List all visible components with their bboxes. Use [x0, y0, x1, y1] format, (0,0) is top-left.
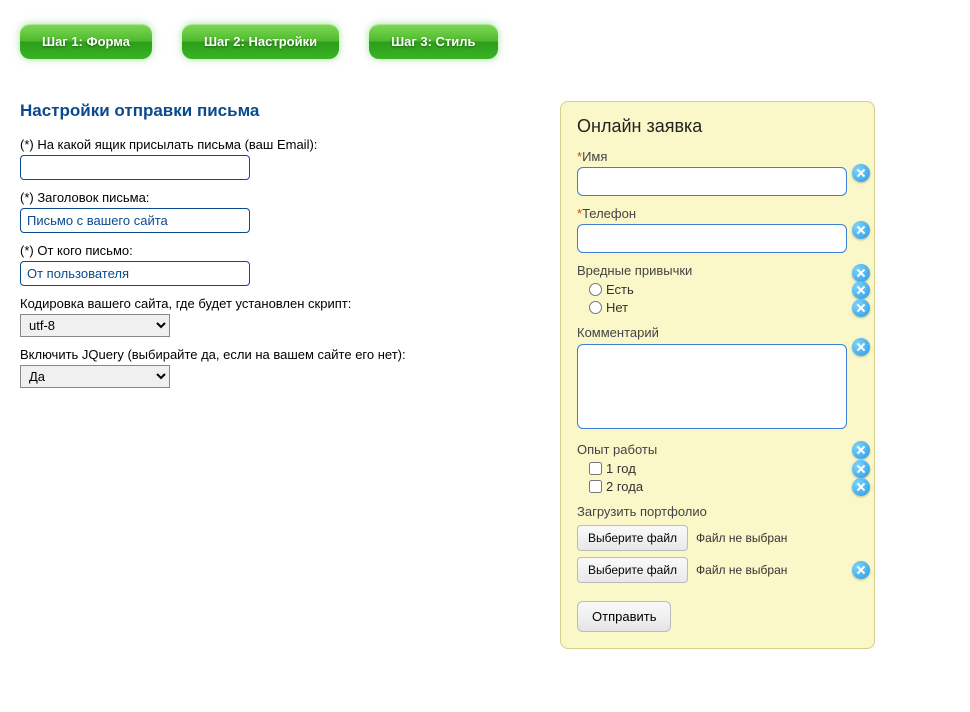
habits-opt2-label: Нет [606, 300, 628, 315]
jquery-label: Включить JQuery (выбирайте да, если на в… [20, 347, 500, 362]
delete-icon[interactable] [852, 264, 870, 282]
exp-opt2-label: 2 года [606, 479, 643, 494]
email-label: (*) На какой ящик присылать письма (ваш … [20, 137, 500, 152]
submit-button[interactable]: Отправить [577, 601, 671, 632]
delete-icon[interactable] [852, 338, 870, 356]
habits-radio-no[interactable] [589, 301, 602, 314]
file-button-1[interactable]: Выберите файл [577, 525, 688, 551]
phone-input[interactable] [577, 224, 847, 253]
encoding-label: Кодировка вашего сайта, где будет устано… [20, 296, 500, 311]
comment-label: Комментарий [577, 325, 858, 340]
delete-icon[interactable] [852, 221, 870, 239]
from-input[interactable] [20, 261, 250, 286]
file-hint-1: Файл не выбран [696, 531, 787, 545]
tab-step2[interactable]: Шаг 2: Настройки [182, 24, 339, 59]
preview-title: Онлайн заявка [577, 116, 858, 137]
delete-icon[interactable] [852, 561, 870, 579]
settings-heading: Настройки отправки письма [20, 101, 500, 121]
habits-opt1-label: Есть [606, 282, 634, 297]
name-input[interactable] [577, 167, 847, 196]
habits-radio-yes[interactable] [589, 283, 602, 296]
name-label: *Имя [577, 149, 858, 164]
exp-check-1[interactable] [589, 462, 602, 475]
file-button-2[interactable]: Выберите файл [577, 557, 688, 583]
subject-input[interactable] [20, 208, 250, 233]
from-label: (*) От кого письмо: [20, 243, 500, 258]
delete-icon[interactable] [852, 164, 870, 182]
email-input[interactable] [20, 155, 250, 180]
comment-textarea[interactable] [577, 344, 847, 429]
tab-step3[interactable]: Шаг 3: Стиль [369, 24, 498, 59]
subject-label: (*) Заголовок письма: [20, 190, 500, 205]
preview-panel: Онлайн заявка *Имя *Телефон Вредные прив… [560, 101, 875, 649]
habits-label: Вредные привычки [577, 263, 858, 278]
step-tabs: Шаг 1: Форма Шаг 2: Настройки Шаг 3: Сти… [0, 0, 970, 71]
delete-icon[interactable] [852, 281, 870, 299]
delete-icon[interactable] [852, 460, 870, 478]
delete-icon[interactable] [852, 478, 870, 496]
phone-label: *Телефон [577, 206, 858, 221]
tab-step1[interactable]: Шаг 1: Форма [20, 24, 152, 59]
file-hint-2: Файл не выбран [696, 563, 787, 577]
exp-check-2[interactable] [589, 480, 602, 493]
upload-label: Загрузить портфолио [577, 504, 858, 519]
exp-label: Опыт работы [577, 442, 858, 457]
jquery-select[interactable]: Да [20, 365, 170, 388]
delete-icon[interactable] [852, 299, 870, 317]
delete-icon[interactable] [852, 441, 870, 459]
settings-pane: Настройки отправки письма (*) На какой я… [20, 101, 500, 398]
exp-opt1-label: 1 год [606, 461, 636, 476]
encoding-select[interactable]: utf-8 [20, 314, 170, 337]
